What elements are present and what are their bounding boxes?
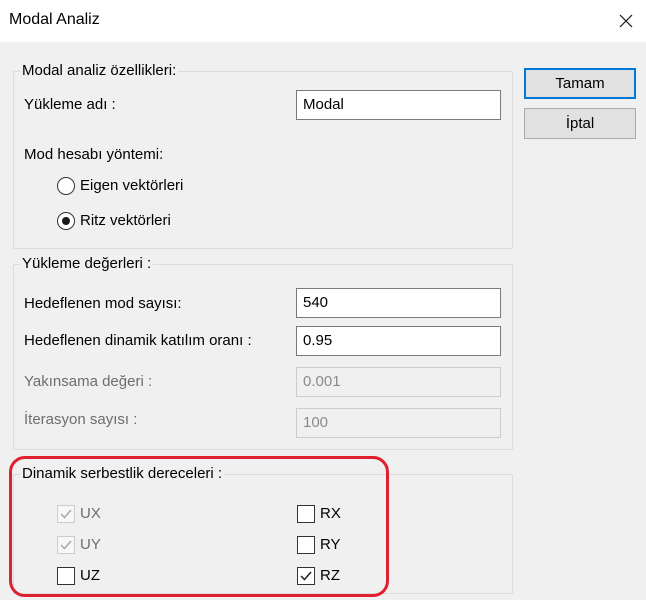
eigen-label[interactable]: Eigen vektörleri [80, 177, 183, 195]
check-icon [60, 540, 72, 550]
radio-selected-dot [62, 217, 70, 225]
rz-checkbox[interactable] [297, 567, 315, 585]
close-button[interactable] [608, 6, 644, 36]
rz-label[interactable]: RZ [320, 567, 340, 585]
ux-label: UX [80, 505, 101, 522]
cancel-button[interactable]: İptal [524, 108, 636, 139]
uy-label: UY [80, 536, 101, 553]
ry-checkbox[interactable] [297, 536, 315, 554]
properties-legend: Modal analiz özellikleri: [20, 62, 179, 80]
ry-label[interactable]: RY [320, 536, 341, 554]
title-bar: Modal Analiz [0, 0, 646, 42]
mass-ratio-label: Hedeflenen dinamik katılım oranı : [24, 332, 252, 349]
load-name-label: Yükleme adı : [24, 96, 116, 113]
ritz-label[interactable]: Ritz vektörleri [80, 212, 171, 230]
check-icon [300, 571, 312, 581]
close-icon [619, 14, 633, 28]
uz-label[interactable]: UZ [80, 567, 100, 585]
convergence-label: Yakınsama değeri : [24, 373, 153, 390]
mode-count-input[interactable]: 540 [296, 288, 501, 318]
mass-ratio-input[interactable]: 0.95 [296, 326, 501, 356]
uz-checkbox[interactable] [57, 567, 75, 585]
dof-legend: Dinamik serbestlik dereceleri : [20, 465, 225, 483]
load-name-input[interactable]: Modal [296, 90, 501, 120]
window-title: Modal Analiz [9, 11, 100, 28]
ok-button[interactable]: Tamam [524, 68, 636, 99]
eigen-radio[interactable] [57, 177, 75, 195]
rx-label[interactable]: RX [320, 505, 341, 523]
iteration-input: 100 [296, 408, 501, 438]
mode-count-label: Hedeflenen mod sayısı: [24, 295, 182, 312]
check-icon [60, 509, 72, 519]
rx-checkbox[interactable] [297, 505, 315, 523]
convergence-input: 0.001 [296, 367, 501, 397]
uy-checkbox [57, 536, 75, 554]
method-label: Mod hesabı yöntemi: [24, 146, 164, 163]
ux-checkbox [57, 505, 75, 523]
iteration-label: İterasyon sayısı : [24, 411, 138, 428]
load-values-legend: Yükleme değerleri : [20, 255, 154, 273]
ritz-radio[interactable] [57, 212, 75, 230]
